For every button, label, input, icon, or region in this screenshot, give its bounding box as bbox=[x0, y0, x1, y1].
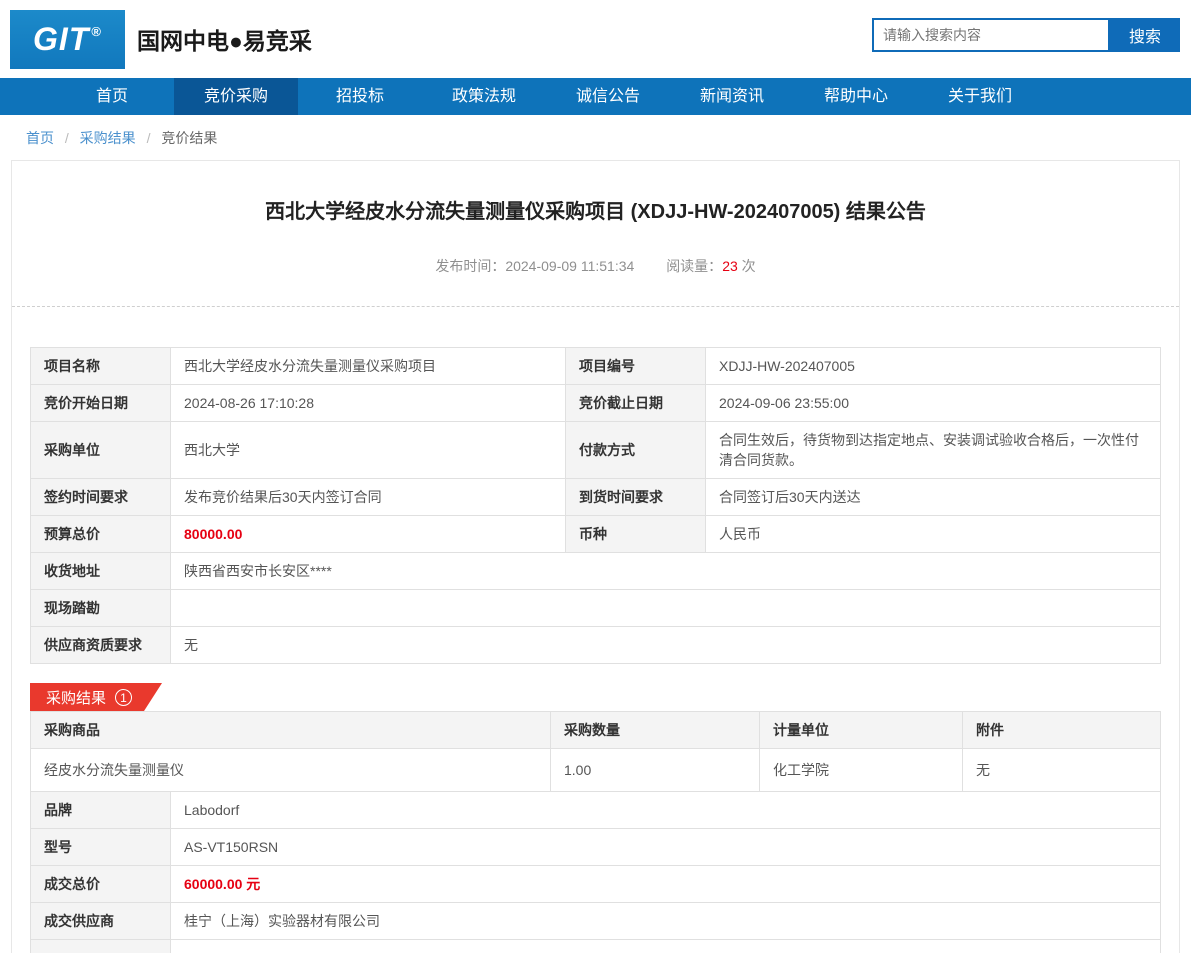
field-value: XDJJ-HW-202407005 bbox=[705, 347, 1161, 385]
table-row: 竞价开始日期 2024-08-26 17:10:28 竞价截止日期 2024-0… bbox=[30, 384, 1161, 422]
registered-trademark-icon: ® bbox=[91, 23, 102, 39]
field-label: 付款方式 bbox=[565, 421, 706, 479]
nav-item-home[interactable]: 首页 bbox=[50, 78, 174, 115]
nav-item-help-center[interactable]: 帮助中心 bbox=[794, 78, 918, 115]
field-label: 现场踏勘 bbox=[30, 589, 171, 627]
announcement-card: 西北大学经皮水分流失量测量仪采购项目 (XDJJ-HW-202407005) 结… bbox=[11, 160, 1180, 953]
table-row: 供应商资质要求 无 bbox=[30, 626, 1161, 664]
table-row: 成交总价 60000.00 元 bbox=[30, 865, 1161, 903]
field-label: 质保及售后服务 bbox=[30, 939, 171, 953]
field-value: 发布竞价结果后30天内签订合同 bbox=[170, 478, 566, 516]
model-value: AS-VT150RSN bbox=[170, 828, 1161, 866]
field-label: 采购单位 bbox=[30, 421, 171, 479]
breadcrumb-home-link[interactable]: 首页 bbox=[26, 130, 54, 146]
field-value: 合同生效后，待货物到达指定地点、安装调试验收合格后，一次性付清合同货款。 bbox=[705, 421, 1161, 479]
brand-value: Labodorf bbox=[170, 791, 1161, 829]
procurement-result-badge: 采购结果 1 bbox=[30, 683, 162, 711]
top-header: GIT® 国网中电●易竞采 搜索 bbox=[0, 0, 1191, 78]
article-meta: 发布时间：2024-09-09 11:51:34 阅读量：23 次 bbox=[12, 256, 1179, 306]
field-label: 成交供应商 bbox=[30, 902, 171, 940]
field-value: 合同签订后30天内送达 bbox=[705, 478, 1161, 516]
view-count-value: 23 bbox=[722, 258, 738, 274]
badge-count-icon: 1 bbox=[115, 689, 132, 706]
project-info-section: 项目名称 西北大学经皮水分流失量测量仪采购项目 项目编号 XDJJ-HW-202… bbox=[30, 347, 1161, 664]
field-label: 竞价截止日期 bbox=[565, 384, 706, 422]
field-value: 陕西省西安市长安区**** bbox=[170, 552, 1161, 590]
column-header: 采购商品 bbox=[30, 711, 551, 749]
product-table: 采购商品 采购数量 计量单位 附件 经皮水分流失量测量仪 1.00 化工学院 无 bbox=[30, 711, 1161, 792]
table-row: 成交供应商 桂宁（上海）实验器材有限公司 bbox=[30, 902, 1161, 940]
field-value bbox=[170, 589, 1161, 627]
table-row: 预算总价 80000.00 币种 人民币 bbox=[30, 515, 1161, 553]
breadcrumb-current: 竞价结果 bbox=[161, 130, 218, 146]
table-row: 型号 AS-VT150RSN bbox=[30, 828, 1161, 866]
field-label: 签约时间要求 bbox=[30, 478, 171, 516]
field-label: 供应商资质要求 bbox=[30, 626, 171, 664]
page-title: 西北大学经皮水分流失量测量仪采购项目 (XDJJ-HW-202407005) 结… bbox=[265, 201, 926, 223]
field-value: 西北大学经皮水分流失量测量仪采购项目 bbox=[170, 347, 566, 385]
deal-total-price: 60000.00 元 bbox=[170, 865, 1161, 903]
warranty-value: 操作培训及质保售后。质保及响应时效: 质保期:验收合格后1年。响应时效:即时响应… bbox=[170, 939, 1161, 953]
breadcrumb-separator: / bbox=[64, 130, 69, 146]
field-label: 项目编号 bbox=[565, 347, 706, 385]
table-header-row: 采购商品 采购数量 计量单位 附件 bbox=[30, 711, 1161, 749]
field-value: 2024-09-06 23:55:00 bbox=[705, 384, 1161, 422]
field-value: 人民币 bbox=[705, 515, 1161, 553]
field-value: 2024-08-26 17:10:28 bbox=[170, 384, 566, 422]
table-row: 项目名称 西北大学经皮水分流失量测量仪采购项目 项目编号 XDJJ-HW-202… bbox=[30, 347, 1161, 385]
nav-item-about-us[interactable]: 关于我们 bbox=[918, 78, 1042, 115]
site-logo[interactable]: GIT ® bbox=[10, 9, 125, 69]
nav-item-news[interactable]: 新闻资讯 bbox=[670, 78, 794, 115]
table-row: 收货地址 陕西省西安市长安区**** bbox=[30, 552, 1161, 590]
supplier-value: 桂宁（上海）实验器材有限公司 bbox=[170, 902, 1161, 940]
main-nav: 首页 竞价采购 招投标 政策法规 诚信公告 新闻资讯 帮助中心 关于我们 bbox=[0, 78, 1191, 115]
nav-item-bidding-procurement[interactable]: 竞价采购 bbox=[174, 78, 298, 115]
logo-text: GIT bbox=[33, 20, 90, 57]
breadcrumb-separator: / bbox=[146, 130, 151, 146]
column-header: 采购数量 bbox=[550, 711, 760, 749]
table-row: 品牌 Labodorf bbox=[30, 791, 1161, 829]
field-value: 西北大学 bbox=[170, 421, 566, 479]
breadcrumb-procurement-results-link[interactable]: 采购结果 bbox=[80, 130, 136, 146]
badge-label: 采购结果 bbox=[46, 689, 107, 707]
product-quantity: 1.00 bbox=[550, 748, 760, 792]
product-name: 经皮水分流失量测量仪 bbox=[30, 748, 551, 792]
field-label: 预算总价 bbox=[30, 515, 171, 553]
search-box: 搜索 bbox=[872, 18, 1180, 52]
product-attachment: 无 bbox=[962, 748, 1161, 792]
column-header: 计量单位 bbox=[759, 711, 963, 749]
project-info-table: 项目名称 西北大学经皮水分流失量测量仪采购项目 项目编号 XDJJ-HW-202… bbox=[30, 347, 1161, 664]
budget-total-value: 80000.00 bbox=[170, 515, 566, 553]
deal-details-table: 品牌 Labodorf 型号 AS-VT150RSN 成交总价 60000.00… bbox=[30, 791, 1161, 953]
publish-time: 发布时间：2024-09-09 11:51:34 bbox=[435, 258, 635, 274]
table-row: 经皮水分流失量测量仪 1.00 化工学院 无 bbox=[30, 748, 1161, 792]
search-input[interactable] bbox=[872, 18, 1110, 52]
nav-item-policies[interactable]: 政策法规 bbox=[422, 78, 546, 115]
table-row: 签约时间要求 发布竞价结果后30天内签订合同 到货时间要求 合同签订后30天内送… bbox=[30, 478, 1161, 516]
field-value: 无 bbox=[170, 626, 1161, 664]
breadcrumb: 首页 / 采购结果 / 竞价结果 bbox=[0, 115, 1191, 158]
article-head: 西北大学经皮水分流失量测量仪采购项目 (XDJJ-HW-202407005) 结… bbox=[12, 161, 1179, 307]
table-row: 现场踏勘 bbox=[30, 589, 1161, 627]
field-label: 币种 bbox=[565, 515, 706, 553]
nav-item-integrity-notice[interactable]: 诚信公告 bbox=[546, 78, 670, 115]
product-unit: 化工学院 bbox=[759, 748, 963, 792]
nav-item-tendering[interactable]: 招投标 bbox=[298, 78, 422, 115]
result-badge-row: 采购结果 1 bbox=[30, 683, 1161, 711]
field-label: 到货时间要求 bbox=[565, 478, 706, 516]
column-header: 附件 bbox=[962, 711, 1161, 749]
site-name: 国网中电●易竞采 bbox=[137, 28, 312, 54]
table-row: 采购单位 西北大学 付款方式 合同生效后，待货物到达指定地点、安装调试验收合格后… bbox=[30, 421, 1161, 479]
field-label: 项目名称 bbox=[30, 347, 171, 385]
field-label: 品牌 bbox=[30, 791, 171, 829]
view-count: 阅读量：23 次 bbox=[666, 258, 756, 274]
result-section: 采购商品 采购数量 计量单位 附件 经皮水分流失量测量仪 1.00 化工学院 无… bbox=[30, 711, 1161, 953]
field-label: 竞价开始日期 bbox=[30, 384, 171, 422]
table-row: 质保及售后服务 操作培训及质保售后。质保及响应时效: 质保期:验收合格后1年。响… bbox=[30, 939, 1161, 953]
search-button[interactable]: 搜索 bbox=[1110, 18, 1180, 52]
field-label: 型号 bbox=[30, 828, 171, 866]
field-label: 成交总价 bbox=[30, 865, 171, 903]
field-label: 收货地址 bbox=[30, 552, 171, 590]
